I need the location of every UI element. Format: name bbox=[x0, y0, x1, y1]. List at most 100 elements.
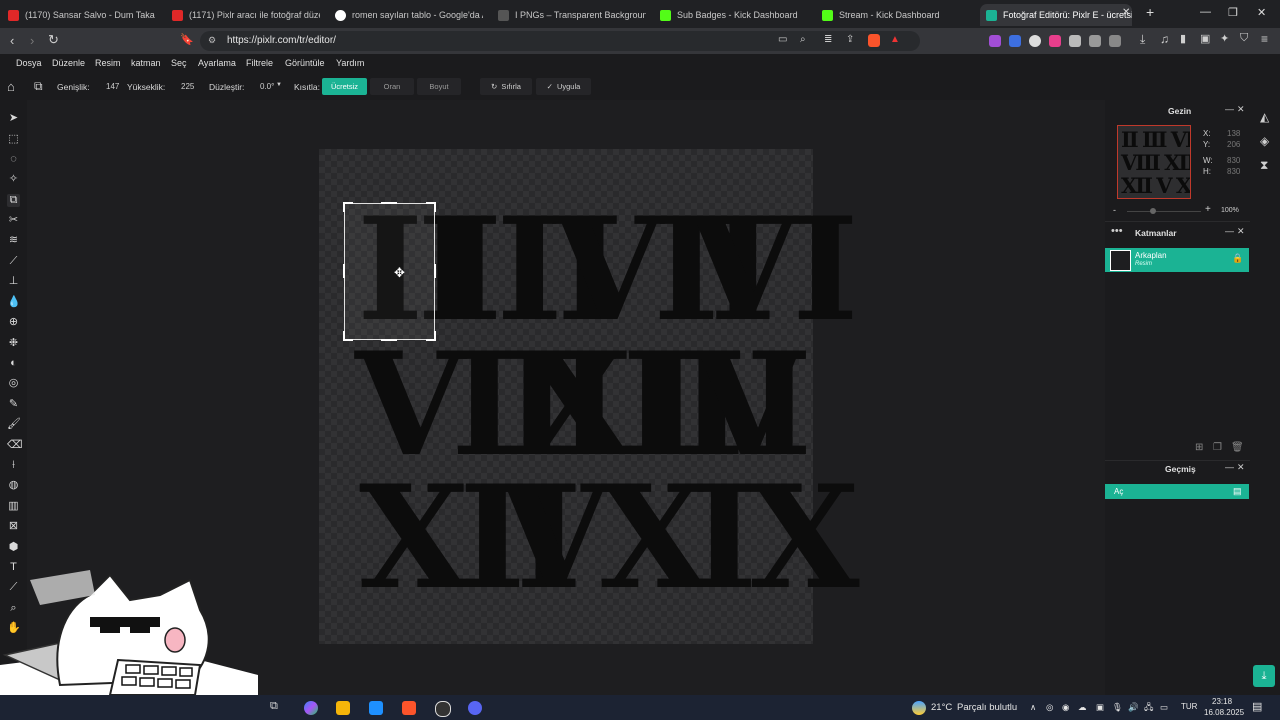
close-panel-icon[interactable]: ✕ bbox=[1237, 104, 1245, 115]
minimize-panel-icon[interactable]: — bbox=[1225, 462, 1234, 472]
close-tab-icon[interactable]: ✕ bbox=[1122, 7, 1130, 18]
copilot-icon[interactable] bbox=[304, 701, 318, 715]
crop-handle[interactable] bbox=[434, 264, 436, 278]
brave-shield-icon[interactable] bbox=[868, 34, 880, 47]
layers-panel-icon[interactable]: ◈ bbox=[1260, 134, 1269, 148]
dodge-tool-icon[interactable]: ◐ bbox=[7, 357, 20, 370]
heal-tool-icon[interactable]: ⟋ bbox=[7, 255, 20, 268]
clone-tool-icon[interactable]: ⊥ bbox=[7, 275, 20, 288]
width-input[interactable]: 147 bbox=[106, 82, 119, 91]
clock-date[interactable]: 16.08.2025 bbox=[1204, 708, 1244, 717]
install-app-icon[interactable]: ▭ bbox=[778, 34, 787, 45]
menu-help[interactable]: Yardım bbox=[336, 58, 364, 68]
gradient-tool-icon[interactable]: ▥ bbox=[7, 500, 20, 513]
weather-temp[interactable]: 21°C bbox=[931, 702, 952, 713]
reset-button[interactable]: ↻ Sıfırla bbox=[480, 78, 532, 95]
close-panel-icon[interactable]: ✕ bbox=[1237, 226, 1245, 237]
frame-tool-icon[interactable]: ⊠ bbox=[7, 520, 20, 533]
crop-handle[interactable] bbox=[343, 202, 345, 212]
duplicate-layer-icon[interactable]: ❐ bbox=[1213, 442, 1222, 453]
weather-desc[interactable]: Parçalı bulutlu bbox=[957, 702, 1017, 713]
browser-tab[interactable]: romen sayıları tablo - Google'da Ara bbox=[335, 4, 483, 26]
constrain-free-button[interactable]: Ücretsiz bbox=[322, 78, 367, 95]
minimize-icon[interactable]: — bbox=[1200, 6, 1211, 18]
new-tab-button[interactable]: + bbox=[1146, 4, 1154, 20]
crop-handle[interactable] bbox=[381, 339, 397, 341]
crop-handle[interactable] bbox=[434, 202, 436, 212]
zoom-in-button[interactable]: + bbox=[1205, 204, 1211, 215]
fill-tool-icon[interactable]: ◍ bbox=[7, 479, 20, 492]
browser-tab[interactable]: Sub Badges - Kick Dashboard bbox=[660, 4, 808, 26]
history-item[interactable]: Aç ▤ bbox=[1105, 484, 1249, 499]
minimize-panel-icon[interactable]: — bbox=[1225, 104, 1234, 114]
reader-icon[interactable]: ≣ bbox=[824, 34, 832, 45]
task-view-icon[interactable]: ⧉ bbox=[270, 700, 284, 714]
browser-tab[interactable]: (1171) Pixlr aracı ile fotoğraf düzenle bbox=[172, 4, 320, 26]
obs-icon[interactable] bbox=[435, 701, 451, 717]
add-layer-icon[interactable]: ⊞ bbox=[1195, 442, 1203, 453]
extension-icon[interactable] bbox=[989, 35, 1001, 47]
url-field[interactable]: ⚙ https://pixlr.com/tr/editor/ ▭ ⌕ ≣ ⇪ ▲ bbox=[200, 31, 920, 51]
eraser-tool-icon[interactable]: ⌫ bbox=[7, 439, 23, 452]
zoom-slider[interactable] bbox=[1127, 211, 1201, 212]
extension-icon[interactable] bbox=[1009, 35, 1021, 47]
file-explorer-icon[interactable] bbox=[336, 701, 350, 715]
layers-more-icon[interactable]: ••• bbox=[1111, 225, 1123, 237]
crop-handle[interactable] bbox=[343, 264, 345, 278]
zoom-out-button[interactable]: - bbox=[1113, 205, 1116, 215]
menu-layer[interactable]: katman bbox=[131, 58, 161, 68]
menu-select[interactable]: Seç bbox=[171, 58, 187, 68]
ai-icon[interactable]: ✦ bbox=[1220, 32, 1229, 45]
restore-icon[interactable]: ❐ bbox=[1228, 6, 1238, 19]
menu-adjust[interactable]: Ayarlama bbox=[198, 58, 236, 68]
menu-file[interactable]: Dosya bbox=[16, 58, 42, 68]
menu-view[interactable]: Görüntüle bbox=[285, 58, 325, 68]
cloud-icon[interactable]: ☁ bbox=[1078, 702, 1087, 713]
blur-tool-icon[interactable]: 💧 bbox=[7, 296, 21, 309]
speaker-icon[interactable]: 🔊 bbox=[1128, 702, 1139, 713]
crop-selection[interactable]: ✥ bbox=[343, 202, 436, 341]
close-panel-icon[interactable]: ✕ bbox=[1237, 462, 1245, 473]
download-button[interactable]: ⤓ bbox=[1253, 665, 1275, 687]
tray-app-icon[interactable]: ◎ bbox=[1046, 702, 1053, 713]
menu-edit[interactable]: Düzenle bbox=[52, 58, 85, 68]
marquee-tool-icon[interactable]: ⬚ bbox=[7, 133, 20, 146]
browser-menu-icon[interactable]: ≡ bbox=[1261, 32, 1268, 46]
close-window-icon[interactable]: ✕ bbox=[1257, 6, 1266, 19]
vpn-icon[interactable]: ⛉ bbox=[1240, 32, 1248, 45]
sponge-tool-icon[interactable]: ⊕ bbox=[7, 316, 20, 329]
navigator-preview[interactable]: II III VII VI VIII XII IV I XII V X IX bbox=[1117, 125, 1191, 199]
brave-rewards-icon[interactable]: ▲ bbox=[890, 34, 900, 45]
browser-tab[interactable]: Stream - Kick Dashboard bbox=[822, 4, 970, 26]
wand-tool-icon[interactable]: ✧ bbox=[7, 173, 20, 186]
brush-tool-icon[interactable]: 🖌 bbox=[7, 418, 21, 431]
notification-icon[interactable]: ▤ bbox=[1252, 700, 1262, 713]
download-icon[interactable]: ⤓ bbox=[1140, 32, 1145, 47]
home-icon[interactable]: ⌂ bbox=[7, 79, 15, 94]
site-info-icon[interactable]: ⚙ bbox=[208, 35, 216, 46]
crop-tool-icon[interactable]: ⧉ bbox=[7, 194, 20, 207]
lasso-tool-icon[interactable]: ◌ bbox=[7, 153, 20, 166]
crop-handle[interactable] bbox=[434, 331, 436, 341]
sidebar-icon[interactable]: ▮ bbox=[1180, 32, 1186, 45]
zoom-slider-thumb[interactable] bbox=[1150, 208, 1156, 214]
browser-tab-active[interactable]: Fotoğraf Editörü: Pixlr E - ücretsi bbox=[980, 4, 1132, 26]
tray-app-icon[interactable]: ◉ bbox=[1062, 702, 1069, 713]
straighten-select[interactable]: 0.0° bbox=[260, 82, 274, 91]
color-replace-icon[interactable]: ❉ bbox=[7, 337, 20, 350]
brave-icon[interactable] bbox=[402, 701, 416, 715]
cutout-tool-icon[interactable]: ✂ bbox=[7, 214, 20, 227]
adjust-panel-icon[interactable]: ⧗ bbox=[1260, 158, 1268, 173]
clock-time[interactable]: 23:18 bbox=[1212, 697, 1232, 706]
apply-button[interactable]: ✓ Uygula bbox=[536, 78, 591, 95]
ai-panel-icon[interactable]: ◭ bbox=[1260, 110, 1269, 124]
chevron-up-icon[interactable]: ∧ bbox=[1030, 702, 1036, 713]
liquify-tool-icon[interactable]: ≋ bbox=[7, 234, 20, 247]
browser-tab[interactable]: (1170) Sansar Salvo - Dum Taka bbox=[8, 4, 158, 26]
extension-icon[interactable] bbox=[1029, 35, 1041, 47]
zoom-icon[interactable]: ⌕ bbox=[800, 34, 806, 45]
pen-tool-icon[interactable]: ✎ bbox=[7, 398, 20, 411]
layer-item[interactable]: Arkaplan Resim 🔒 bbox=[1105, 248, 1249, 272]
share-icon[interactable]: ⇪ bbox=[846, 34, 854, 45]
battery-icon[interactable]: ▭ bbox=[1160, 702, 1168, 713]
